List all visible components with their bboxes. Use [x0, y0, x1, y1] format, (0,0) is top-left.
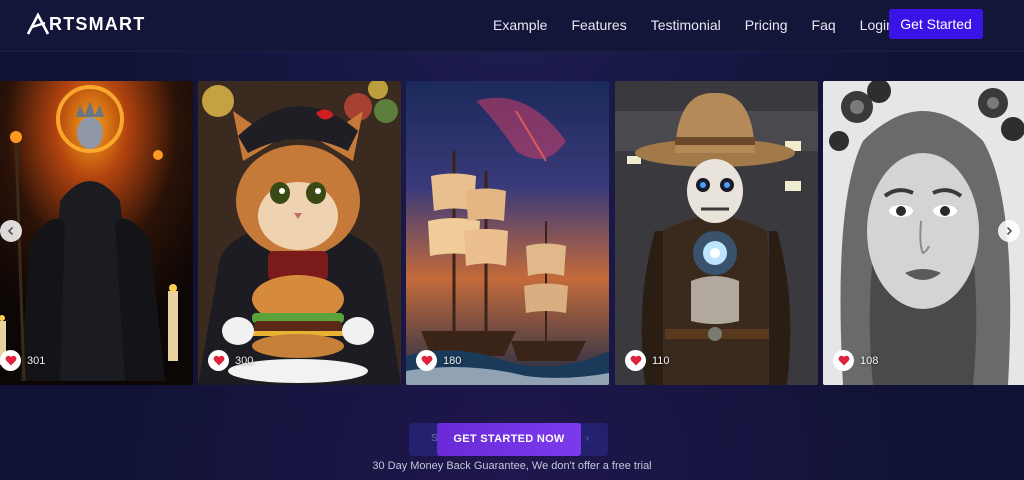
nav-link-features[interactable]: Features: [571, 17, 626, 33]
get-started-now-button[interactable]: GET STARTED NOW: [437, 423, 581, 456]
heart-icon: [421, 355, 432, 366]
nav-link-example[interactable]: Example: [493, 17, 547, 33]
heart-icon: [838, 355, 849, 366]
like-count: 180: [443, 354, 462, 367]
gallery-card-dark-king[interactable]: 301: [0, 81, 193, 385]
heart-button[interactable]: [208, 350, 229, 371]
cta-area: S › GET STARTED NOW: [409, 423, 609, 457]
like-count: 300: [235, 354, 254, 367]
like-count: 108: [860, 354, 879, 367]
nav-link-faq[interactable]: Faq: [812, 17, 836, 33]
logo-a-icon: [26, 12, 50, 35]
like-badge[interactable]: 110: [625, 350, 670, 371]
gallery-card-sailing-ship[interactable]: 180: [406, 81, 609, 385]
like-badge[interactable]: 301: [0, 350, 45, 371]
image-gallery: 301 300 180 110 108: [0, 81, 1024, 385]
cat-burger-art: [198, 81, 401, 385]
heart-button[interactable]: [416, 350, 437, 371]
heart-icon: [213, 355, 224, 366]
get-started-button[interactable]: Get Started: [889, 9, 983, 39]
brand-logo[interactable]: RTSMART: [26, 12, 145, 36]
heart-button[interactable]: [0, 350, 21, 371]
brand-name: RTSMART: [49, 13, 146, 34]
heart-icon: [630, 355, 641, 366]
money-back-guarantee: 30 Day Money Back Guarantee, We don't of…: [372, 460, 652, 472]
chevron-left-icon: [7, 226, 14, 236]
main-nav: Example Features Testimonial Pricing Faq…: [493, 17, 918, 33]
gallery-prev-button[interactable]: [0, 220, 22, 242]
cta-ghost-arrow: ›: [585, 433, 589, 444]
nav-link-pricing[interactable]: Pricing: [745, 17, 788, 33]
like-badge[interactable]: 108: [833, 350, 878, 371]
gallery-card-skeleton-cowboy[interactable]: 110: [615, 81, 818, 385]
site-header: RTSMART Example Features Testimonial Pri…: [0, 0, 1024, 52]
heart-icon: [5, 355, 16, 366]
gallery-card-portrait-woman[interactable]: 108: [823, 81, 1024, 385]
like-count: 110: [652, 354, 670, 367]
skeleton-cowboy-art: [615, 81, 818, 385]
heart-button[interactable]: [625, 350, 646, 371]
gallery-card-cat-burger[interactable]: 300: [198, 81, 401, 385]
sailing-ship-art: [406, 81, 609, 385]
like-count: 301: [27, 354, 46, 367]
portrait-woman-art: [823, 81, 1024, 385]
heart-button[interactable]: [833, 350, 854, 371]
chevron-right-icon: [1006, 226, 1013, 236]
like-badge[interactable]: 180: [416, 350, 461, 371]
nav-link-testimonial[interactable]: Testimonial: [651, 17, 721, 33]
dark-king-art: [0, 81, 193, 385]
gallery-next-button[interactable]: [998, 220, 1020, 242]
like-badge[interactable]: 300: [208, 350, 253, 371]
